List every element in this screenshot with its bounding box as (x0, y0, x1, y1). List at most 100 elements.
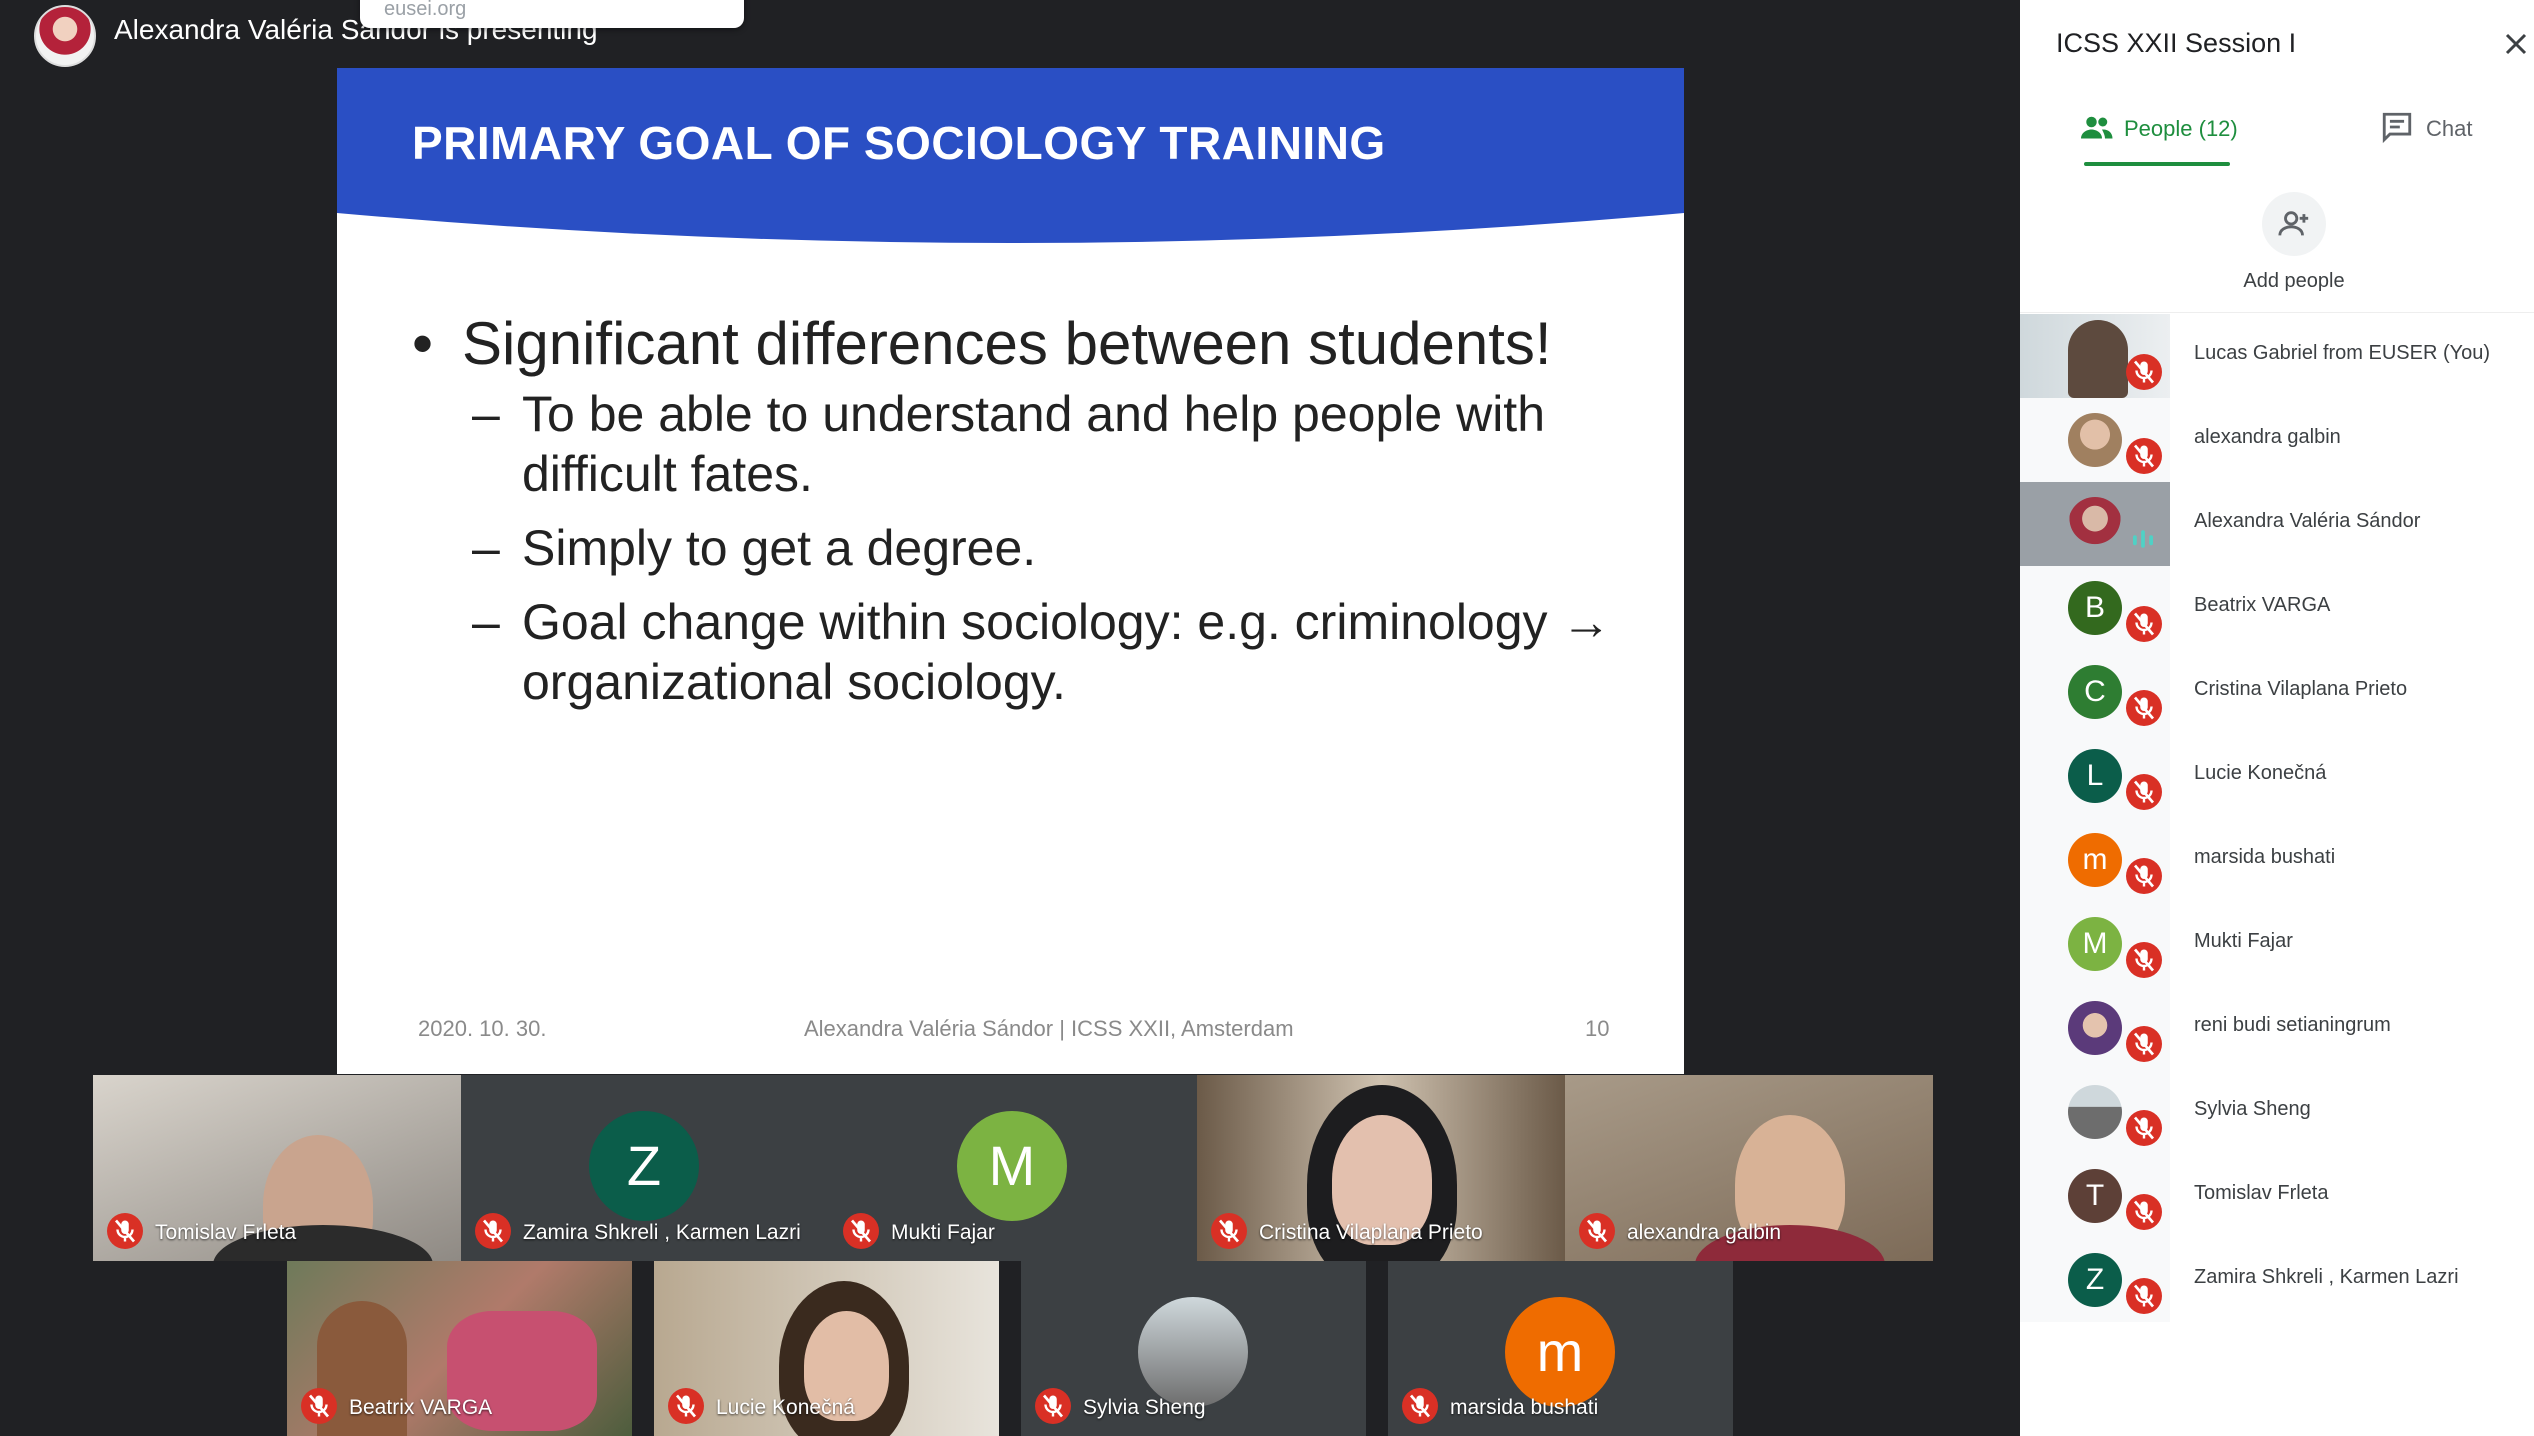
participant-name: Mukti Fajar (2194, 930, 2293, 952)
participant-row[interactable]: Sylvia Sheng (2020, 1070, 2534, 1154)
tile-name: Sylvia Sheng (1083, 1396, 1206, 1419)
url-chip: eusei.org (360, 0, 744, 28)
mic-off-icon (1211, 1213, 1247, 1249)
video-tile[interactable]: Z Zamira Shkreli , Karmen Lazri (461, 1075, 829, 1261)
tile-name: Zamira Shkreli , Karmen Lazri (523, 1221, 801, 1244)
sub-bullet-list: – To be able to understand and help peopl… (412, 384, 1642, 712)
participant-avatar: m (1505, 1297, 1615, 1407)
tile-name: Cristina Vilaplana Prieto (1259, 1221, 1483, 1244)
participant-row[interactable]: Alexandra Valéria Sándor (2020, 482, 2534, 566)
sub-point-text: Simply to get a degree. (522, 520, 1037, 576)
participant-photo (2068, 1001, 2122, 1055)
video-tile[interactable]: alexandra galbin (1565, 1075, 1933, 1261)
participant-row[interactable]: C Cristina Vilaplana Prieto (2020, 650, 2534, 734)
chat-icon (2382, 112, 2412, 144)
mic-off-icon (2126, 1026, 2162, 1062)
participant-avatar: C (2068, 665, 2122, 719)
participant-thumbnail (2020, 482, 2170, 566)
mic-off-icon (1035, 1388, 1071, 1424)
sub-bullet: – To be able to understand and help peopl… (412, 384, 1642, 504)
mic-off-icon (2126, 1194, 2162, 1230)
tile-name: Beatrix VARGA (349, 1396, 493, 1419)
close-icon[interactable] (2498, 26, 2534, 62)
dash-marker: – (472, 386, 500, 442)
people-icon (2081, 116, 2113, 139)
tile-name: marsida bushati (1450, 1396, 1599, 1419)
mic-off-icon (1402, 1388, 1438, 1424)
participant-avatar: Z (589, 1111, 699, 1221)
mic-off-icon (2126, 438, 2162, 474)
participant-name: Cristina Vilaplana Prieto (2194, 678, 2408, 700)
mic-off-icon (2126, 354, 2162, 390)
tile-name: alexandra galbin (1627, 1221, 1782, 1244)
participant-row[interactable]: M Mukti Fajar (2020, 902, 2534, 986)
slide-footer-date: 2020. 10. 30. (418, 1016, 547, 1041)
video-tile[interactable]: M Mukti Fajar (829, 1075, 1197, 1261)
participant-avatar: M (2068, 917, 2122, 971)
video-tile[interactable]: Cristina Vilaplana Prieto (1197, 1075, 1565, 1261)
participant-photo (2068, 497, 2122, 551)
dash-marker: – (472, 594, 500, 650)
participant-row[interactable]: L Lucie Konečná (2020, 734, 2534, 818)
participant-avatar: Z (2068, 1253, 2122, 1307)
mic-off-icon (668, 1388, 704, 1424)
presenter-avatar (34, 5, 96, 67)
participant-row[interactable]: m marsida bushati (2020, 818, 2534, 902)
tile-name: Mukti Fajar (891, 1221, 995, 1244)
meeting-title: ICSS XXII Session I (2056, 28, 2297, 58)
slide-page-number: 10 (1585, 1016, 1610, 1041)
participant-row[interactable]: reni budi setianingrum (2020, 986, 2534, 1070)
participant-name: alexandra galbin (2194, 426, 2341, 448)
url-chip-text: eusei.org (384, 0, 467, 20)
bullet-marker: • (412, 310, 434, 377)
speaking-indicator-icon (2133, 530, 2153, 548)
video-tile[interactable]: Beatrix VARGA (287, 1261, 632, 1436)
participant-name: Sylvia Sheng (2194, 1098, 2311, 1120)
video-tile[interactable]: m marsida bushati (1388, 1261, 1733, 1436)
participant-name: Lucie Konečná (2194, 762, 2327, 784)
add-people-label: Add people (2243, 270, 2345, 292)
mic-off-icon (1579, 1213, 1615, 1249)
tile-name: Lucie Konečná (716, 1396, 855, 1419)
mic-off-icon (843, 1213, 879, 1249)
participant-row[interactable]: alexandra galbin (2020, 398, 2534, 482)
sub-bullet: – Simply to get a degree. (412, 518, 1642, 578)
participant-avatar: M (957, 1111, 1067, 1221)
participant-avatar: T (2068, 1169, 2122, 1223)
participant-photo (2068, 320, 2128, 398)
add-person-icon (2262, 192, 2326, 256)
mic-off-icon (2126, 690, 2162, 726)
participant-row[interactable]: Z Zamira Shkreli , Karmen Lazri (2020, 1238, 2534, 1322)
slide-footer-center: Alexandra Valéria Sándor | ICSS XXII, Am… (804, 1016, 1294, 1041)
video-tile[interactable]: Lucie Konečná (654, 1261, 999, 1436)
mic-off-icon (2126, 942, 2162, 978)
add-people-button[interactable]: Add people (2216, 192, 2372, 293)
participant-row[interactable]: T Tomislav Frleta (2020, 1154, 2534, 1238)
mic-off-icon (2126, 1110, 2162, 1146)
main-point-text: Significant differences between students… (462, 310, 1552, 377)
mic-off-icon (301, 1388, 337, 1424)
participant-avatar: B (2068, 581, 2122, 635)
side-panel: ICSS XXII Session I People (12) Chat Add… (2020, 0, 2534, 1436)
tab-chat-label: Chat (2426, 116, 2473, 141)
video-tile[interactable]: Tomislav Frleta (93, 1075, 461, 1261)
participant-name: reni budi setianingrum (2194, 1014, 2391, 1036)
video-tile[interactable]: Sylvia Sheng (1021, 1261, 1366, 1436)
sub-bullet: – Goal change within sociology: e.g. crim… (412, 592, 1642, 712)
participant-row[interactable]: Lucas Gabriel from EUSER (You) (2020, 314, 2534, 398)
tile-name: Tomislav Frleta (155, 1221, 297, 1244)
participant-avatar: L (2068, 749, 2122, 803)
participant-name: Zamira Shkreli , Karmen Lazri (2194, 1266, 2459, 1288)
participant-avatar: m (2068, 833, 2122, 887)
participant-name: Beatrix VARGA (2194, 594, 2331, 616)
participant-photo (2068, 413, 2122, 467)
sub-point-text: Goal change within sociology: e.g. crimi… (522, 594, 1612, 710)
slide-body: • Significant differences between studen… (412, 306, 1642, 726)
participant-name: Tomislav Frleta (2194, 1182, 2329, 1204)
mic-off-icon (2126, 858, 2162, 894)
tab-people-label: People (12) (2124, 116, 2238, 141)
presentation-slide: PRIMARY GOAL OF SOCIOLOGY TRAINING • Sig… (337, 68, 1684, 1074)
participant-row[interactable]: B Beatrix VARGA (2020, 566, 2534, 650)
active-tab-indicator (2084, 162, 2230, 166)
mic-off-icon (2126, 1278, 2162, 1314)
